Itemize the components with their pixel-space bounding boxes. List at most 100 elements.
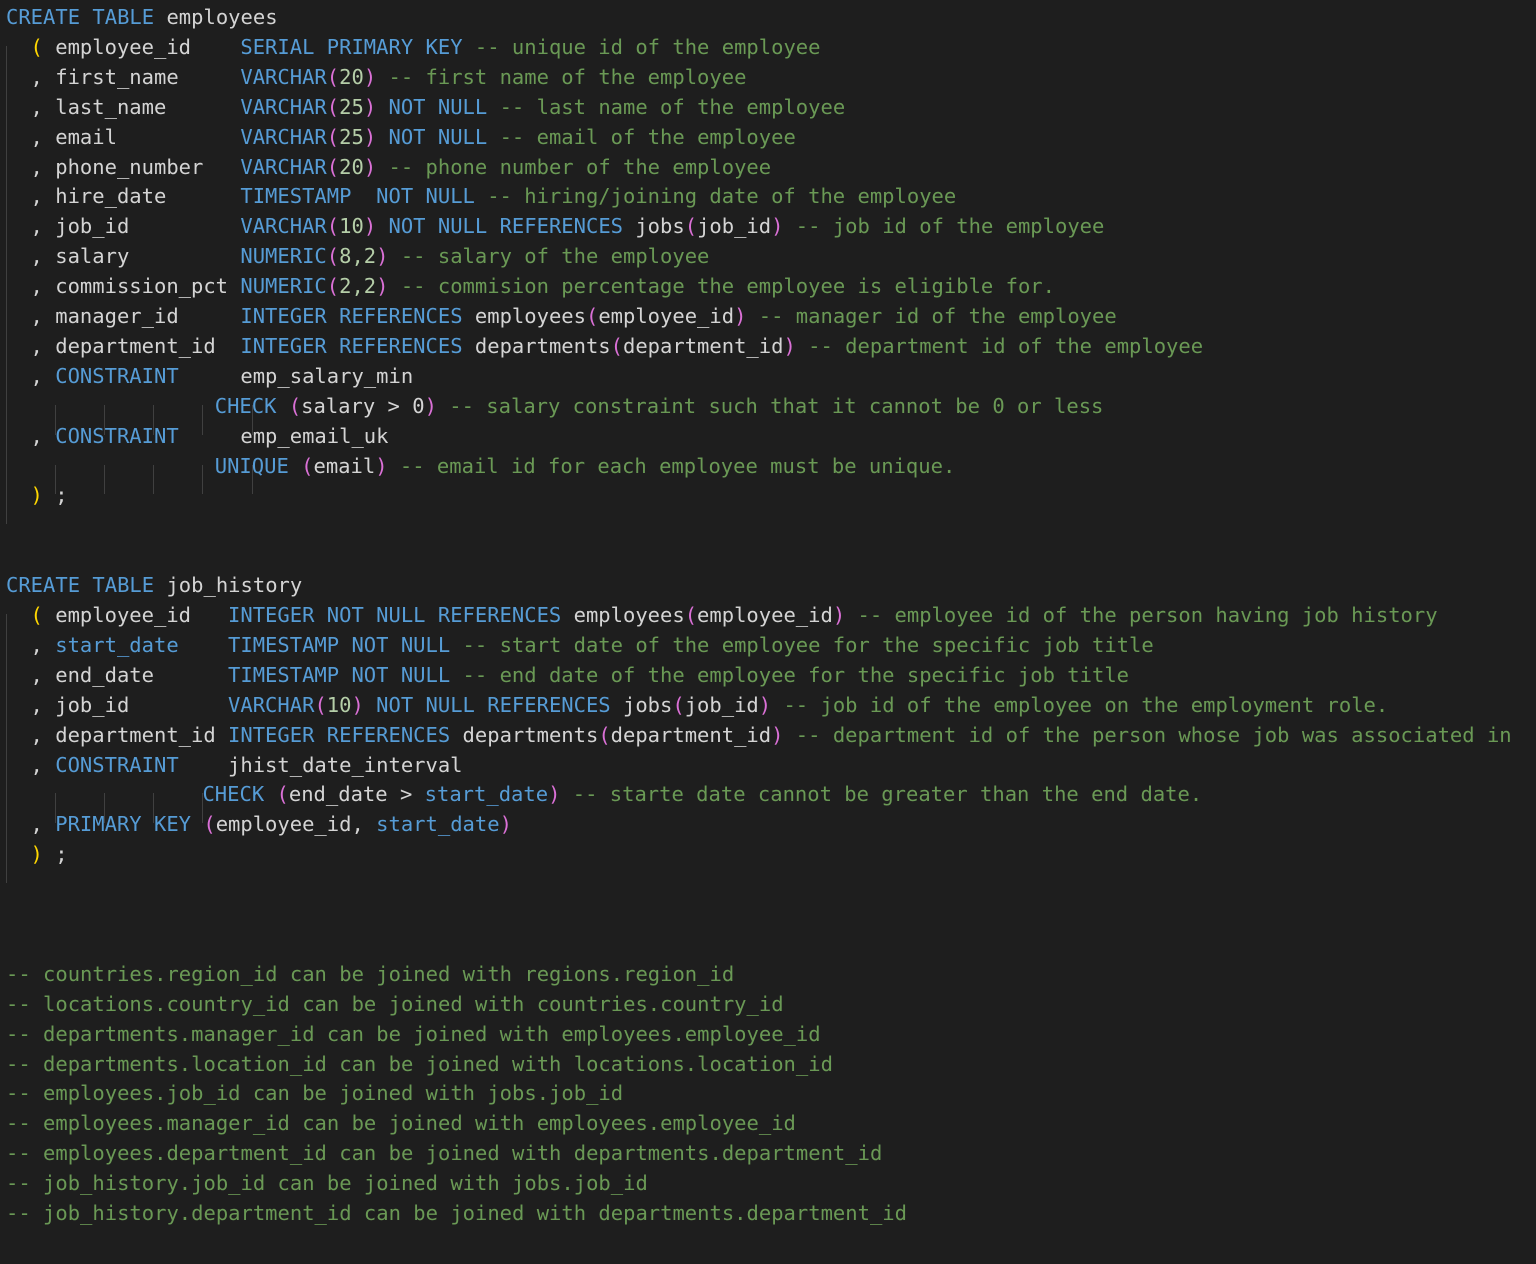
code-token: UNIQUE <box>214 453 289 478</box>
code-token: NUMERIC <box>240 274 327 299</box>
code-line[interactable]: , job_id VARCHAR(10) NOT NULL REFERENCES… <box>31 691 1389 721</box>
code-token: ) <box>351 692 364 717</box>
code-token: INTEGER REFERENCES <box>240 304 463 329</box>
code-token: departments <box>462 333 611 358</box>
code-editor[interactable]: CREATE TABLE employees( employee_id SERI… <box>0 0 1536 1264</box>
code-token: CREATE TABLE <box>6 573 155 598</box>
code-token: department_id <box>623 333 784 358</box>
code-token: end_date <box>55 662 229 687</box>
code-line[interactable]: ) ; <box>31 840 68 870</box>
code-token: start_date <box>424 782 549 807</box>
code-line[interactable]: , email VARCHAR(25) NOT NULL -- email of… <box>31 123 796 153</box>
code-token: TIMESTAMP NOT NULL <box>228 632 451 657</box>
code-line[interactable]: UNIQUE (email) -- email id for each empl… <box>215 452 956 482</box>
code-line[interactable]: -- employees.manager_id can be joined wi… <box>6 1109 796 1139</box>
code-line[interactable]: -- employees.job_id can be joined with j… <box>6 1079 623 1109</box>
code-token: -- job id of the employee <box>783 214 1105 239</box>
code-token: CREATE TABLE <box>6 5 155 30</box>
code-token: -- departments.manager_id can be joined … <box>6 1021 821 1046</box>
code-token: , <box>30 363 56 388</box>
code-token: -- departments.location_id can be joined… <box>6 1051 833 1076</box>
code-token: salary <box>55 244 241 269</box>
code-token: , <box>30 692 56 717</box>
code-line[interactable]: , department_id INTEGER REFERENCES depar… <box>31 721 1512 751</box>
code-token: 20 <box>339 154 364 179</box>
code-line[interactable]: , manager_id INTEGER REFERENCES employee… <box>31 302 1117 332</box>
code-token: ( <box>672 692 685 717</box>
code-token: CHECK <box>214 393 277 418</box>
code-line[interactable]: , start_date TIMESTAMP NOT NULL -- start… <box>31 631 1154 661</box>
code-token: ( <box>301 453 314 478</box>
code-line[interactable]: -- departments.location_id can be joined… <box>6 1050 833 1080</box>
code-token: -- job id of the employee on the employm… <box>771 692 1389 717</box>
code-token: emp_email_uk <box>178 423 389 448</box>
code-token: TIMESTAMP NOT NULL <box>240 184 475 209</box>
code-token: , <box>30 154 56 179</box>
code-token: ) <box>363 64 377 89</box>
code-line[interactable]: -- locations.country_id can be joined wi… <box>6 990 784 1020</box>
code-line[interactable]: CHECK (salary > 0) -- salary constraint … <box>215 392 1104 422</box>
code-line[interactable]: , salary NUMERIC(8,2) -- salary of the e… <box>31 242 710 272</box>
code-line[interactable]: ) ; <box>31 481 68 511</box>
code-token: ; <box>42 483 68 508</box>
code-token: job_id <box>697 214 772 239</box>
code-token: ) <box>363 94 377 119</box>
code-token: VARCHAR <box>228 692 315 717</box>
code-line[interactable]: , CONSTRAINT jhist_date_interval <box>31 751 463 781</box>
code-token: -- first name of the employee <box>376 64 747 89</box>
code-token: VARCHAR <box>240 64 327 89</box>
code-token: , <box>30 214 56 239</box>
code-token: -- salary of the employee <box>388 244 710 269</box>
code-token: , <box>30 184 56 209</box>
code-token: ( <box>326 244 340 269</box>
code-line[interactable]: , CONSTRAINT emp_email_uk <box>31 422 389 452</box>
code-token: employees <box>462 304 586 329</box>
code-token: department_id <box>610 722 772 747</box>
code-line[interactable]: -- job_history.job_id can be joined with… <box>6 1169 648 1199</box>
code-token: end_date > <box>288 782 425 807</box>
code-line[interactable]: -- countries.region_id can be joined wit… <box>6 960 734 990</box>
code-token: -- employee id of the person having job … <box>845 603 1438 628</box>
code-line[interactable]: , hire_date TIMESTAMP NOT NULL -- hiring… <box>31 182 957 212</box>
code-token: -- salary constraint such that it cannot… <box>436 393 1104 418</box>
code-token: -- start date of the employee for the sp… <box>450 632 1154 657</box>
code-line[interactable]: -- job_history.department_id can be join… <box>6 1199 907 1229</box>
code-token: departments <box>450 722 599 747</box>
code-token: job_id <box>684 692 759 717</box>
code-token: ) <box>376 244 389 269</box>
code-token: ( <box>326 64 340 89</box>
code-line[interactable]: CHECK (end_date > start_date) -- starte … <box>202 780 1202 810</box>
code-token: jobs <box>623 214 685 239</box>
code-line[interactable]: ( employee_id SERIAL PRIMARY KEY -- uniq… <box>31 33 821 63</box>
code-token: , <box>30 64 56 89</box>
code-token: , <box>30 752 56 777</box>
code-token: commission_pct <box>55 274 241 299</box>
code-token: ) <box>548 782 561 807</box>
code-line[interactable]: , department_id INTEGER REFERENCES depar… <box>31 332 1204 362</box>
code-token: 25 <box>339 94 364 119</box>
code-token: jobs <box>610 692 673 717</box>
code-line[interactable]: , commission_pct NUMERIC(2,2) -- commisi… <box>31 272 1055 302</box>
code-line[interactable]: CREATE TABLE job_history <box>6 571 302 601</box>
code-token: -- phone number of the employee <box>376 154 772 179</box>
code-token: 20 <box>339 64 364 89</box>
code-token: CONSTRAINT <box>55 363 179 388</box>
code-line[interactable]: , first_name VARCHAR(20) -- first name o… <box>31 63 747 93</box>
code-token: NOT NULL <box>376 124 488 149</box>
code-token: -- last name of the employee <box>487 94 846 119</box>
code-line[interactable]: , job_id VARCHAR(10) NOT NULL REFERENCES… <box>31 212 1105 242</box>
code-token: -- employees.manager_id can be joined wi… <box>6 1111 796 1136</box>
code-line[interactable]: -- employees.department_id can be joined… <box>6 1139 882 1169</box>
code-line[interactable]: , CONSTRAINT emp_salary_min <box>31 362 414 392</box>
code-token: employees <box>154 5 278 30</box>
code-line[interactable]: , last_name VARCHAR(25) NOT NULL -- last… <box>31 93 846 123</box>
code-line[interactable]: , PRIMARY KEY (employee_id, start_date) <box>31 810 512 840</box>
code-line[interactable]: -- departments.manager_id can be joined … <box>6 1020 821 1050</box>
code-line[interactable]: CREATE TABLE employees <box>6 3 278 33</box>
code-line[interactable]: ( employee_id INTEGER NOT NULL REFERENCE… <box>31 601 1438 631</box>
code-token: employee_id, <box>215 812 377 837</box>
code-line[interactable]: , end_date TIMESTAMP NOT NULL -- end dat… <box>31 661 1129 691</box>
code-line[interactable]: , phone_number VARCHAR(20) -- phone numb… <box>31 153 772 183</box>
